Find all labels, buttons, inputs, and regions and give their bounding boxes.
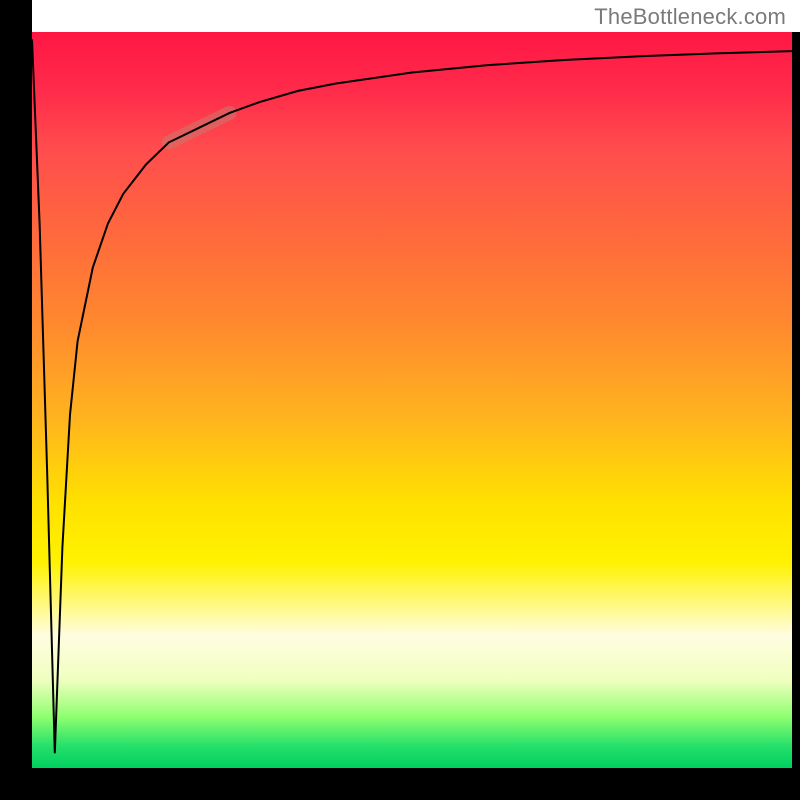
- curve-main-line: [32, 39, 792, 753]
- bottleneck-curve-svg: [32, 32, 792, 768]
- x-axis-black-bar: [0, 768, 800, 800]
- y-axis-black-bar: [0, 0, 32, 800]
- attribution-label: TheBottleneck.com: [594, 4, 786, 30]
